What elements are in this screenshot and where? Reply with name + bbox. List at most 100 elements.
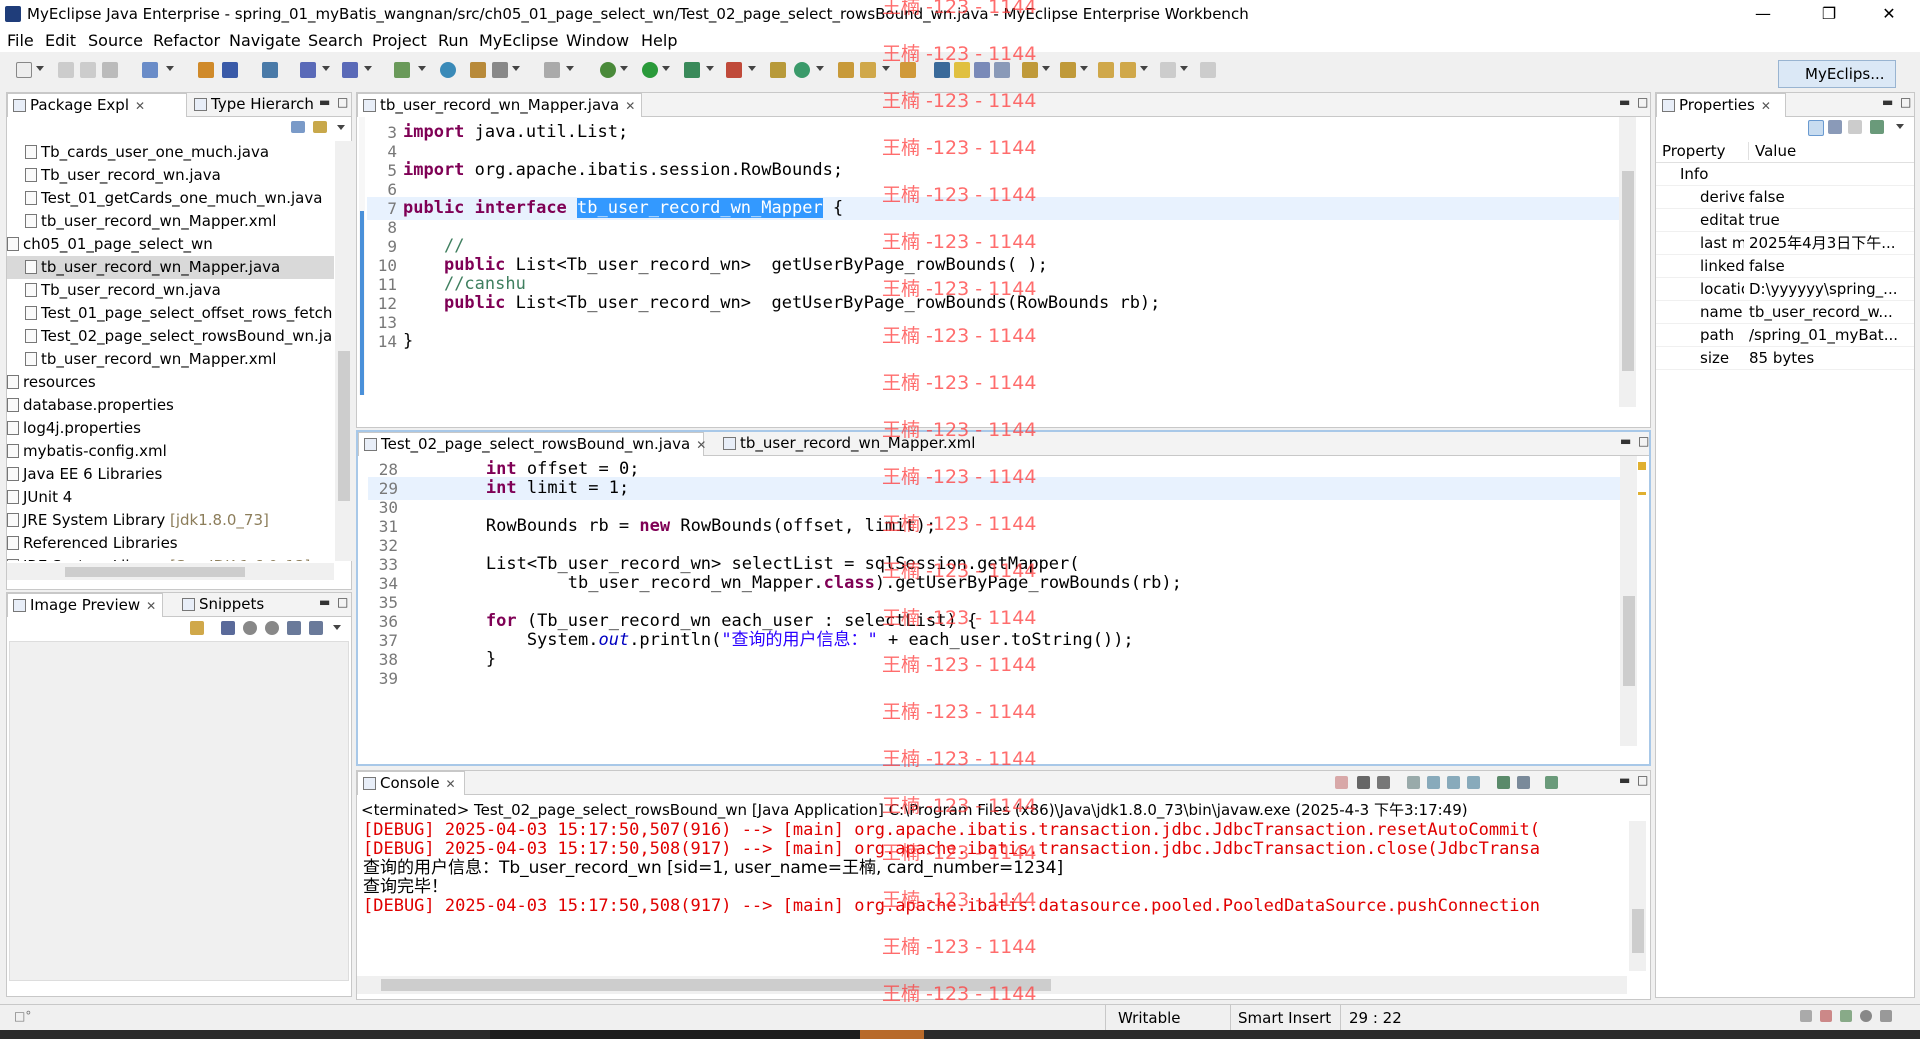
collapse-all-icon[interactable] [291, 121, 305, 133]
scroll-lock-icon[interactable] [1427, 776, 1440, 789]
console-hscroll-thumb[interactable] [381, 979, 1051, 991]
open-resource-icon[interactable] [222, 62, 238, 78]
maximize-button[interactable]: ❐ [1806, 0, 1852, 30]
tree-item[interactable]: log4j.properties [7, 417, 334, 440]
web-icon[interactable] [394, 62, 410, 78]
close-icon[interactable]: ✕ [1761, 99, 1771, 113]
new-icon[interactable] [16, 62, 32, 78]
minimize-view-icon[interactable]: ▬ [319, 95, 330, 109]
maximize-view-icon[interactable]: □ [337, 95, 348, 109]
menu-file[interactable]: File [7, 31, 34, 50]
tree-hscroll-thumb[interactable] [65, 567, 245, 577]
tree-item[interactable]: resources [7, 371, 334, 394]
open-perspective-icon[interactable] [770, 62, 786, 78]
open-type-icon[interactable] [198, 62, 214, 78]
test-vscrollbar[interactable] [1620, 456, 1637, 746]
mapper-vscrollbar[interactable] [1619, 117, 1636, 407]
maximize-view-icon[interactable]: □ [1638, 434, 1649, 448]
tab-image-preview[interactable]: Image Preview ✕ [7, 593, 163, 617]
maximize-view-icon[interactable]: □ [1900, 95, 1911, 109]
tab-package-explorer[interactable]: Package Expl ✕ [7, 93, 187, 117]
menu-myeclipse[interactable]: MyEclipse [479, 31, 558, 50]
tree-item[interactable]: Test_02_page_select_rowsBound_wn.ja [7, 325, 334, 348]
remove-launch-icon[interactable] [1357, 776, 1370, 789]
annotation-icon[interactable] [934, 62, 950, 78]
minimize-view-icon[interactable]: ▬ [1620, 434, 1631, 448]
refresh-icon[interactable] [794, 62, 810, 78]
tab-properties[interactable]: Properties ✕ [1656, 93, 1786, 117]
terminate-icon[interactable] [1335, 776, 1348, 789]
tab-mapper-xml[interactable]: tb_user_record_wn_Mapper.xml [718, 432, 988, 456]
tab-test-java[interactable]: Test_02_page_select_rowsBound_wn.java ✕ [358, 432, 706, 456]
test-code-area[interactable]: 28 int offset = 0; 29 int limit = 1; 30 31 … [368, 456, 1620, 738]
link-editor-icon[interactable] [313, 121, 327, 133]
search-tool-icon[interactable] [900, 62, 916, 78]
close-button[interactable]: ✕ [1866, 0, 1912, 30]
menu-window[interactable]: Window [566, 31, 629, 50]
show-whitespace-icon[interactable] [994, 62, 1010, 78]
tree-item[interactable]: Test_01_getCards_one_much_wn.java [7, 187, 334, 210]
console-hscrollbar[interactable] [357, 976, 1627, 994]
browser-icon[interactable] [440, 62, 456, 78]
tree-scrollbar[interactable] [335, 141, 352, 561]
pin-icon[interactable] [1200, 62, 1216, 78]
coverage-icon[interactable] [684, 62, 700, 78]
tree-item[interactable]: database.properties [7, 394, 334, 417]
tray-icon-2[interactable] [1820, 1010, 1832, 1022]
code-line[interactable]: 14} [367, 330, 1619, 353]
minimize-view-icon[interactable]: ▬ [1882, 95, 1893, 109]
menu-source[interactable]: Source [88, 31, 143, 50]
external-tools-icon[interactable] [726, 62, 742, 78]
property-row[interactable]: derived false [1656, 186, 1914, 209]
remove-all-icon[interactable] [1377, 776, 1390, 789]
perspective-myeclipse[interactable]: MyEclips... [1778, 60, 1896, 88]
pencil-icon[interactable] [860, 62, 876, 78]
property-column-header[interactable]: Property [1662, 142, 1725, 160]
debug-icon[interactable] [600, 62, 616, 78]
actual-size-icon[interactable] [287, 621, 301, 635]
pin-console-icon[interactable] [1497, 776, 1510, 789]
tree-hscrollbar[interactable] [7, 563, 334, 580]
run-server-icon[interactable] [342, 62, 358, 78]
last-edit-icon[interactable] [1098, 62, 1114, 78]
clear-console-icon[interactable] [1407, 776, 1420, 789]
fit-window-icon[interactable] [309, 621, 323, 635]
open-console-icon[interactable] [1545, 776, 1558, 789]
tab-mapper-java[interactable]: tb_user_record_wn_Mapper.java ✕ [357, 93, 642, 117]
folder-icon[interactable] [838, 62, 854, 78]
save-all-icon[interactable] [80, 62, 96, 78]
tree-item[interactable]: Tb_user_record_wn.java [7, 279, 334, 302]
zoom-in-icon[interactable] [265, 621, 279, 635]
property-row[interactable]: location D:\yyyyyy\spring_... [1656, 278, 1914, 301]
save-icon[interactable] [58, 62, 74, 78]
tray-icon-3[interactable] [1840, 1010, 1852, 1022]
tree-item[interactable]: tb_user_record_wn_Mapper.xml [7, 210, 334, 233]
mapper-hscrollbar[interactable] [367, 407, 1619, 425]
menu-refactor[interactable]: Refactor [153, 31, 220, 50]
property-row[interactable]: last moc 2025年4月3日下午... [1656, 232, 1914, 255]
minimize-button[interactable]: — [1740, 0, 1786, 30]
filter-icon[interactable] [1848, 120, 1862, 134]
maximize-view-icon[interactable]: □ [337, 595, 348, 609]
tray-icon-5[interactable] [1880, 1010, 1892, 1022]
mapper-scroll-thumb[interactable] [1622, 171, 1634, 371]
forward-icon[interactable] [1160, 62, 1176, 78]
property-row[interactable]: linked false [1656, 255, 1914, 278]
tree-item[interactable]: tb_user_record_wn_Mapper.java [7, 256, 334, 279]
warning-marker-icon[interactable] [1638, 462, 1646, 470]
console-toggle-icon[interactable] [544, 62, 560, 78]
new-project-icon[interactable] [142, 62, 158, 78]
open-task-icon[interactable] [470, 62, 486, 78]
menu-help[interactable]: Help [641, 31, 677, 50]
tab-console[interactable]: Console ✕ [357, 771, 465, 795]
menu-edit[interactable]: Edit [45, 31, 76, 50]
menu-run[interactable]: Run [438, 31, 469, 50]
next-annotation-icon[interactable] [1022, 62, 1038, 78]
fit-image-icon[interactable] [221, 621, 235, 635]
zoom-out-icon[interactable] [243, 621, 257, 635]
code-line[interactable]: 39 [368, 667, 1620, 690]
display-console-icon[interactable] [1517, 776, 1530, 789]
tree-item[interactable]: JRE System Library [Sun JDK 1.6.0_13] [7, 555, 334, 561]
tree-item[interactable]: mybatis-config.xml [7, 440, 334, 463]
property-row[interactable]: size 85 bytes [1656, 347, 1914, 370]
